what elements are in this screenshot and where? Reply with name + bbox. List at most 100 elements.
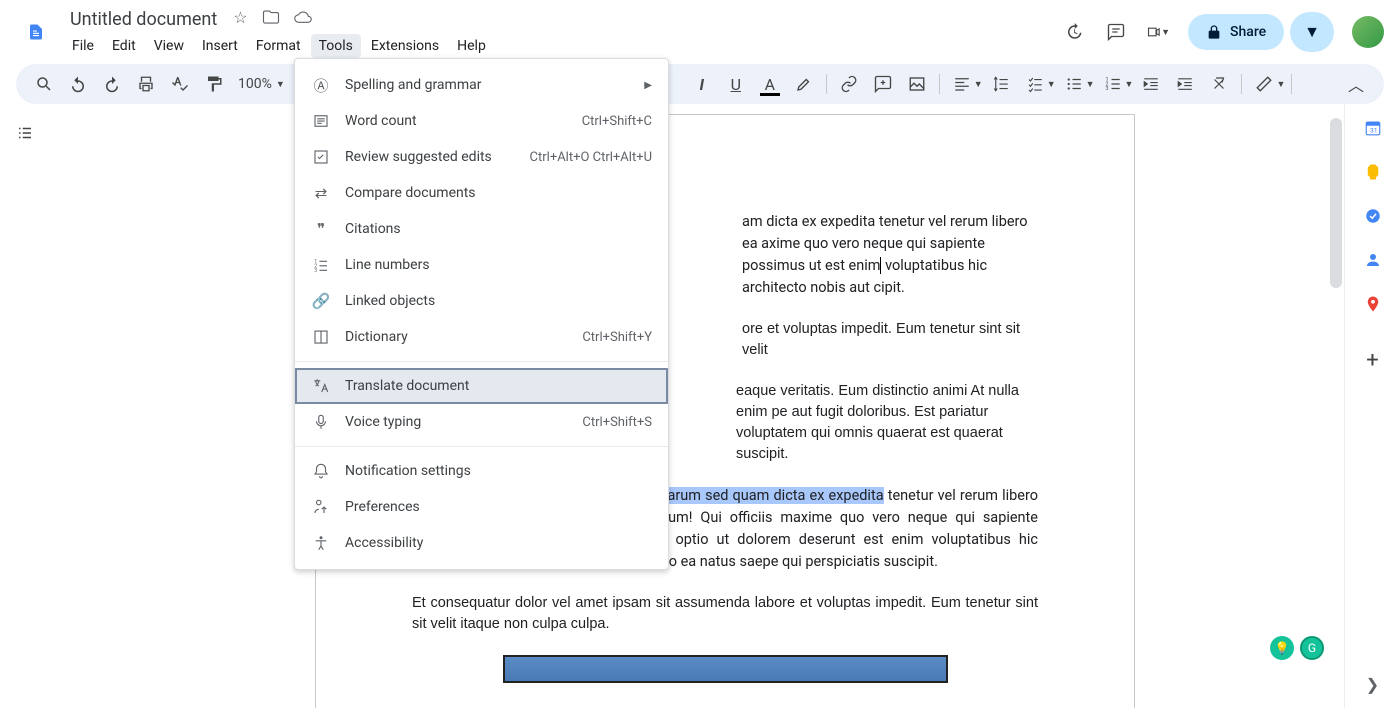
line-spacing-icon[interactable] (985, 68, 1017, 100)
cloud-status-icon[interactable] (294, 8, 312, 30)
print-icon[interactable] (130, 68, 162, 100)
bold-icon[interactable]: I (686, 68, 718, 100)
underline-icon[interactable]: U (720, 68, 752, 100)
indent-icon[interactable] (1169, 68, 1201, 100)
menubar: File Edit View Insert Format Tools Exten… (64, 34, 1062, 58)
meet-icon[interactable]: ▼ (1146, 20, 1170, 44)
menu-accessibility[interactable]: Accessibility (295, 525, 668, 561)
move-icon[interactable] (262, 8, 280, 30)
checklist-caret[interactable]: ▼ (1047, 79, 1056, 90)
grammarly-suggestion-icon[interactable]: 💡 (1270, 636, 1294, 660)
docs-logo[interactable] (16, 12, 56, 52)
text-color-icon[interactable]: A (754, 68, 786, 100)
side-panel: 31 + ❯ (1344, 104, 1400, 708)
redo-icon[interactable] (96, 68, 128, 100)
submenu-arrow-icon: ▶ (644, 80, 652, 91)
line-numbers-icon: 123 (311, 256, 331, 274)
review-icon (311, 148, 331, 166)
document-title[interactable]: Untitled document (64, 7, 223, 32)
paragraph[interactable]: Et consequatur dolor vel amet ipsam sit … (412, 593, 1038, 635)
share-dropdown[interactable]: ▼ (1290, 12, 1334, 52)
paint-format-icon[interactable] (198, 68, 230, 100)
toolbar: 100% ▼ I U A ▼ ▼ ▼ 123 ▼ ▼ ︿ (16, 64, 1384, 104)
preferences-icon (311, 498, 331, 516)
svg-text:3: 3 (1105, 86, 1108, 92)
citations-icon: ❞ (311, 220, 331, 238)
mic-icon (311, 413, 331, 431)
menu-citations[interactable]: ❞ Citations (295, 211, 668, 247)
collapse-toolbar-icon[interactable]: ︿ (1340, 68, 1372, 100)
menu-review-edits[interactable]: Review suggested edits Ctrl+Alt+O Ctrl+A… (295, 139, 668, 175)
tools-dropdown: Ⓐ Spelling and grammar ▶ Word count Ctrl… (294, 58, 669, 570)
menu-extensions[interactable]: Extensions (363, 34, 447, 58)
menu-separator (295, 446, 668, 447)
mode-caret[interactable]: ▼ (1276, 79, 1285, 90)
share-button[interactable]: Share (1188, 14, 1284, 50)
translate-icon (311, 377, 331, 395)
linked-icon: 🔗 (311, 292, 331, 310)
menu-file[interactable]: File (64, 34, 102, 58)
document-canvas[interactable]: am dicta ex expedita tenetur vel rerum l… (50, 104, 1400, 708)
tasks-icon[interactable] (1363, 206, 1383, 226)
undo-icon[interactable] (62, 68, 94, 100)
menu-word-count[interactable]: Word count Ctrl+Shift+C (295, 103, 668, 139)
menu-voice-typing[interactable]: Voice typing Ctrl+Shift+S (295, 404, 668, 440)
align-caret[interactable]: ▼ (974, 79, 983, 90)
calendar-icon[interactable]: 31 (1363, 118, 1383, 138)
search-icon[interactable] (28, 68, 60, 100)
left-rail (0, 104, 50, 708)
menu-format[interactable]: Format (248, 34, 309, 58)
share-label: Share (1230, 24, 1266, 40)
keep-icon[interactable] (1363, 162, 1383, 182)
grammarly-icon[interactable]: G (1300, 636, 1324, 660)
word-count-icon (311, 112, 331, 130)
embedded-image[interactable] (503, 655, 948, 683)
hide-panel-icon[interactable]: ❯ (1366, 675, 1379, 694)
menu-separator (295, 361, 668, 362)
menu-tools[interactable]: Tools (311, 34, 361, 58)
add-addon-icon[interactable]: + (1363, 350, 1383, 370)
numbered-caret[interactable]: ▼ (1125, 79, 1134, 90)
bell-icon (311, 462, 331, 480)
add-comment-icon[interactable] (867, 68, 899, 100)
outdent-icon[interactable] (1135, 68, 1167, 100)
insert-image-icon[interactable] (901, 68, 933, 100)
menu-edit[interactable]: Edit (104, 34, 144, 58)
comments-icon[interactable] (1104, 20, 1128, 44)
menu-dictionary[interactable]: Dictionary Ctrl+Shift+Y (295, 319, 668, 355)
menu-view[interactable]: View (146, 34, 192, 58)
contacts-icon[interactable] (1363, 250, 1383, 270)
spellcheck-icon[interactable] (164, 68, 196, 100)
accessibility-icon (311, 534, 331, 552)
menu-insert[interactable]: Insert (194, 34, 246, 58)
dictionary-icon (311, 328, 331, 346)
header-actions: ▼ Share ▼ (1062, 12, 1384, 52)
scrollbar[interactable] (1330, 118, 1342, 288)
svg-text:31: 31 (1370, 127, 1378, 135)
zoom-select[interactable]: 100% ▼ (232, 76, 291, 92)
link-icon[interactable] (833, 68, 865, 100)
menu-linked-objects[interactable]: 🔗 Linked objects (295, 283, 668, 319)
account-avatar[interactable] (1352, 16, 1384, 48)
menu-spelling-grammar[interactable]: Ⓐ Spelling and grammar ▶ (295, 67, 668, 103)
star-icon[interactable]: ☆ (233, 8, 247, 30)
title-area: Untitled document ☆ File Edit View Inser… (64, 7, 1062, 58)
app-header: Untitled document ☆ File Edit View Inser… (0, 0, 1400, 64)
spellcheck-icon: Ⓐ (311, 75, 331, 96)
menu-line-numbers[interactable]: 123 Line numbers (295, 247, 668, 283)
menu-preferences[interactable]: Preferences (295, 489, 668, 525)
outline-icon[interactable] (16, 124, 34, 708)
highlight-icon[interactable] (788, 68, 820, 100)
compare-icon: ⇄ (311, 184, 331, 202)
menu-help[interactable]: Help (449, 34, 494, 58)
menu-notifications[interactable]: Notification settings (295, 453, 668, 489)
history-icon[interactable] (1062, 20, 1086, 44)
workspace: am dicta ex expedita tenetur vel rerum l… (0, 104, 1400, 708)
maps-icon[interactable] (1363, 294, 1383, 314)
menu-translate[interactable]: Translate document (295, 368, 668, 404)
grammarly-widget[interactable]: 💡 G (1270, 636, 1324, 660)
bullet-caret[interactable]: ▼ (1086, 79, 1095, 90)
menu-compare[interactable]: ⇄ Compare documents (295, 175, 668, 211)
svg-text:3: 3 (314, 268, 317, 274)
clear-format-icon[interactable] (1203, 68, 1235, 100)
